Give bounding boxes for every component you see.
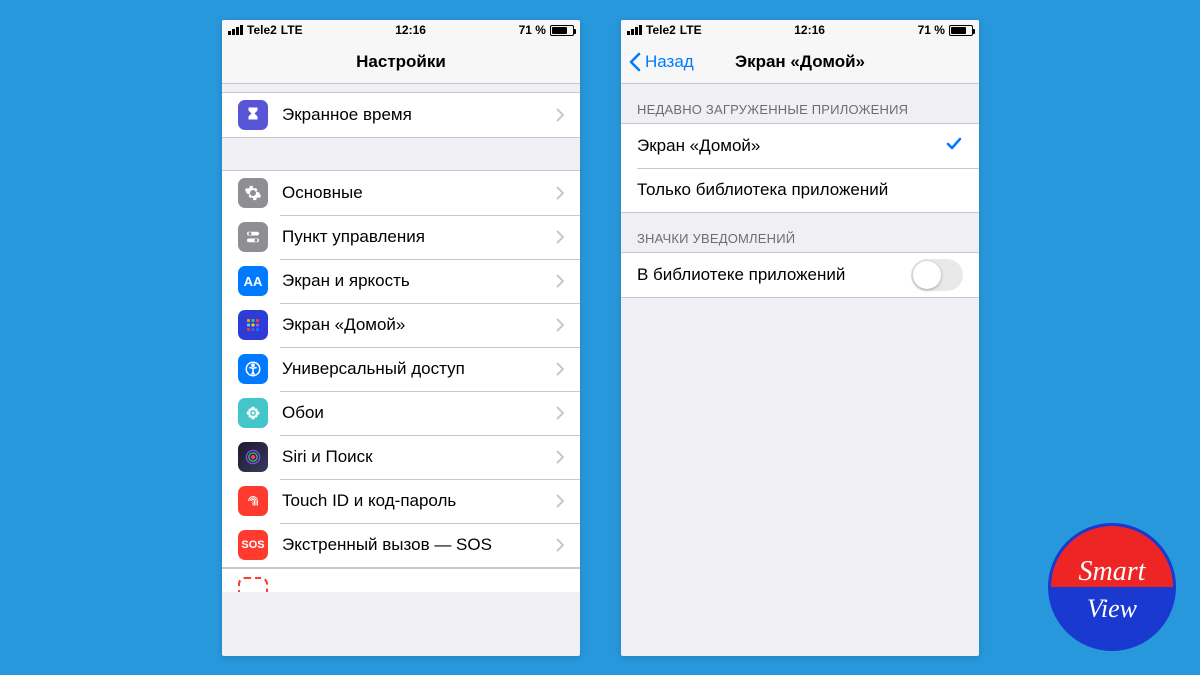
switches-icon [238,222,268,252]
chevron-right-icon [556,362,564,376]
flower-icon [238,398,268,428]
row-siri[interactable]: Siri и Поиск [222,435,580,479]
row-sos[interactable]: SOS Экстренный вызов — SOS [222,523,580,567]
smart-view-logo: Smart View [1048,523,1176,651]
siri-icon [238,442,268,472]
toggle-app-library-badges[interactable] [911,259,963,291]
signal-icon [627,25,642,35]
row-label: Экстренный вызов — SOS [282,535,556,555]
battery-percent: 71 % [519,23,546,37]
carrier-label: Tele2 [646,23,676,37]
option-app-library-only[interactable]: Только библиотека приложений [621,168,979,212]
row-accessibility[interactable]: Универсальный доступ [222,347,580,391]
battery-percent: 71 % [918,23,945,37]
group-screentime: Экранное время [222,92,580,138]
phone-home-screen-settings: Tele2 LTE 12:16 71 % Назад Экран «Домой»… [621,20,979,656]
page-title: Настройки [356,52,446,72]
battery-icon [949,25,973,36]
option-label: Экран «Домой» [637,136,945,156]
hourglass-icon [238,100,268,130]
network-label: LTE [680,23,702,37]
phone-settings-main: Tele2 LTE 12:16 71 % Настройки Экранное … [222,20,580,656]
option-home-screen[interactable]: Экран «Домой» [621,124,979,168]
logo-line-1: Smart [1079,558,1146,586]
row-label: Экран «Домой» [282,315,556,335]
nav-bar: Настройки [222,40,580,84]
chevron-right-icon [556,406,564,420]
chevron-right-icon [556,450,564,464]
group-recent-apps: Экран «Домой» Только библиотека приложен… [621,123,979,213]
row-app-library-badges: В библиотеке приложений [621,253,979,297]
chevron-right-icon [556,318,564,332]
clock: 12:16 [395,23,426,37]
section-header-recent-apps: НЕДАВНО ЗАГРУЖЕННЫЕ ПРИЛОЖЕНИЯ [621,84,979,123]
row-label: Универсальный доступ [282,359,556,379]
row-label: Siri и Поиск [282,447,556,467]
row-label: Экран и яркость [282,271,556,291]
app-grid-icon [238,310,268,340]
option-label: Только библиотека приложений [637,180,963,200]
battery-icon [550,25,574,36]
chevron-right-icon [556,494,564,508]
row-label: Экранное время [282,105,556,125]
row-label: Обои [282,403,556,423]
row-general[interactable]: Основные [222,171,580,215]
chevron-right-icon [556,108,564,122]
row-home-screen[interactable]: Экран «Домой» [222,303,580,347]
row-label: Основные [282,183,556,203]
logo-line-2: View [1087,596,1137,622]
row-touch-id[interactable]: Touch ID и код-пароль [222,479,580,523]
nav-bar: Назад Экран «Домой» [621,40,979,84]
row-partial-cut [222,568,580,592]
signal-icon [228,25,243,35]
chevron-right-icon [556,230,564,244]
toggle-knob [913,261,941,289]
sos-icon: SOS [238,530,268,560]
status-bar: Tele2 LTE 12:16 71 % [222,20,580,40]
toggle-label: В библиотеке приложений [637,265,911,285]
notification-icon [238,577,268,592]
row-wallpaper[interactable]: Обои [222,391,580,435]
network-label: LTE [281,23,303,37]
back-label: Назад [645,52,694,72]
text-size-icon: AA [238,266,268,296]
chevron-right-icon [556,186,564,200]
accessibility-icon [238,354,268,384]
back-button[interactable]: Назад [629,52,694,72]
group-badges: В библиотеке приложений [621,252,979,298]
chevron-right-icon [556,538,564,552]
row-screen-time[interactable]: Экранное время [222,93,580,137]
clock: 12:16 [794,23,825,37]
page-title: Экран «Домой» [735,52,865,72]
gear-icon [238,178,268,208]
row-display-brightness[interactable]: AA Экран и яркость [222,259,580,303]
checkmark-icon [945,135,963,158]
section-header-badges: ЗНАЧКИ УВЕДОМЛЕНИЙ [621,213,979,252]
row-label: Пункт управления [282,227,556,247]
row-label: Touch ID и код-пароль [282,491,556,511]
carrier-label: Tele2 [247,23,277,37]
group-main: Основные Пункт управления AA Экран и ярк… [222,170,580,568]
status-bar: Tele2 LTE 12:16 71 % [621,20,979,40]
row-control-center[interactable]: Пункт управления [222,215,580,259]
fingerprint-icon [238,486,268,516]
chevron-right-icon [556,274,564,288]
